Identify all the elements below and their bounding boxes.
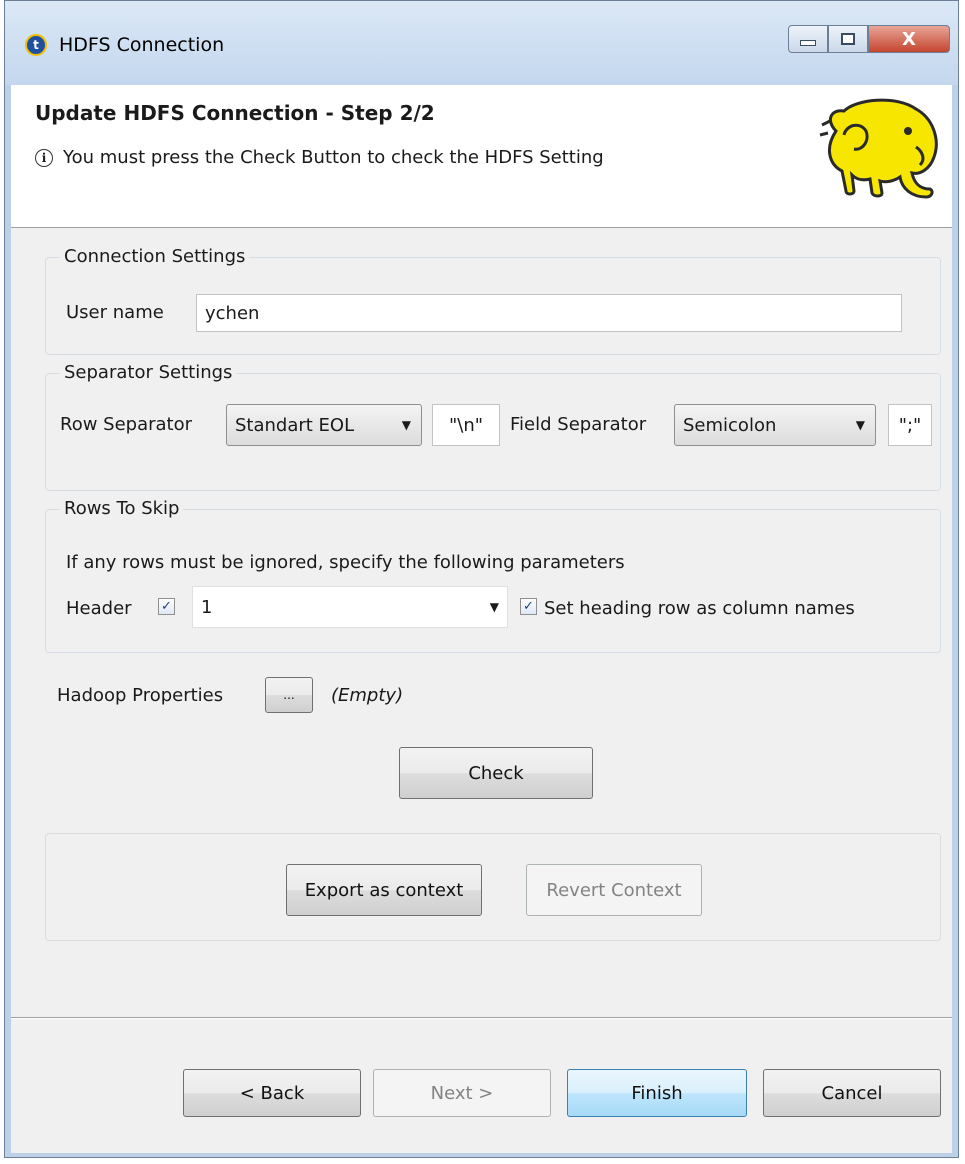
context-group: Export as context Revert Context — [45, 833, 941, 941]
rows-to-skip-legend: Rows To Skip — [60, 498, 184, 519]
heading-row-checkbox[interactable]: ✓ — [520, 598, 537, 615]
maximize-button[interactable] — [828, 25, 868, 53]
separator-settings-group: Separator Settings Row Separator Standar… — [45, 362, 941, 491]
heading-row-label: Set heading row as column names — [544, 598, 855, 619]
username-label: User name — [66, 302, 164, 323]
minimize-button[interactable] — [788, 25, 828, 53]
close-button[interactable]: X — [868, 25, 950, 53]
close-icon: X — [902, 28, 916, 50]
step-title: Update HDFS Connection - Step 2/2 — [35, 101, 435, 125]
cancel-button[interactable]: Cancel — [763, 1069, 941, 1117]
chevron-down-icon: ▼ — [489, 600, 499, 614]
hadoop-properties-label: Hadoop Properties — [57, 685, 224, 706]
row-separator-label: Row Separator — [60, 414, 193, 435]
info-message: You must press the Check Button to check… — [63, 147, 604, 168]
dialog-client-area: Update HDFS Connection - Step 2/2 i You … — [11, 85, 952, 1153]
hadoop-properties-value: (Empty) — [331, 685, 404, 706]
info-message-row: i You must press the Check Button to che… — [35, 147, 604, 168]
connection-settings-group: Connection Settings User name ychen — [45, 246, 941, 355]
connection-settings-legend: Connection Settings — [60, 246, 250, 267]
hadoop-elephant-logo — [819, 98, 938, 199]
minimize-icon — [800, 40, 816, 46]
chevron-down-icon: ▼ — [855, 418, 865, 432]
window-controls: X — [788, 25, 950, 53]
wizard-banner: Update HDFS Connection - Step 2/2 i You … — [11, 85, 952, 228]
username-field[interactable]: ychen — [196, 294, 902, 332]
header-rows-value: 1 — [201, 596, 213, 618]
title-bar[interactable]: t HDFS Connection X — [5, 1, 958, 85]
export-as-context-button[interactable]: Export as context — [286, 864, 482, 916]
chevron-down-icon: ▼ — [401, 418, 411, 432]
revert-context-button[interactable]: Revert Context — [526, 864, 702, 916]
rows-to-skip-group: Rows To Skip If any rows must be ignored… — [45, 498, 941, 653]
field-separator-value-field[interactable]: ";" — [888, 404, 932, 446]
header-checkbox[interactable]: ✓ — [158, 598, 175, 615]
talend-app-icon: t — [25, 34, 47, 56]
header-rows-combo[interactable]: 1 ▼ — [192, 586, 508, 628]
row-separator-selected: Standart EOL — [235, 414, 355, 436]
field-separator-dropdown[interactable]: Semicolon ▼ — [674, 404, 876, 446]
rows-to-skip-description: If any rows must be ignored, specify the… — [66, 552, 625, 573]
field-separator-label: Field Separator — [510, 414, 647, 435]
row-separator-value-field[interactable]: "\n" — [432, 404, 500, 446]
row-separator-dropdown[interactable]: Standart EOL ▼ — [226, 404, 422, 446]
maximize-icon — [841, 33, 855, 45]
check-button[interactable]: Check — [399, 747, 593, 799]
next-button[interactable]: Next > — [373, 1069, 551, 1117]
header-label: Header — [66, 598, 132, 619]
field-separator-selected: Semicolon — [683, 414, 777, 436]
hadoop-properties-button[interactable]: ... — [265, 677, 313, 713]
back-button[interactable]: < Back — [183, 1069, 361, 1117]
info-icon: i — [35, 148, 53, 167]
footer-separator-highlight — [11, 1018, 952, 1019]
finish-button[interactable]: Finish — [567, 1069, 747, 1117]
window-title: HDFS Connection — [59, 34, 225, 56]
separator-settings-legend: Separator Settings — [60, 362, 237, 383]
hdfs-connection-window: t HDFS Connection X Update HDFS Connecti… — [4, 0, 959, 1158]
